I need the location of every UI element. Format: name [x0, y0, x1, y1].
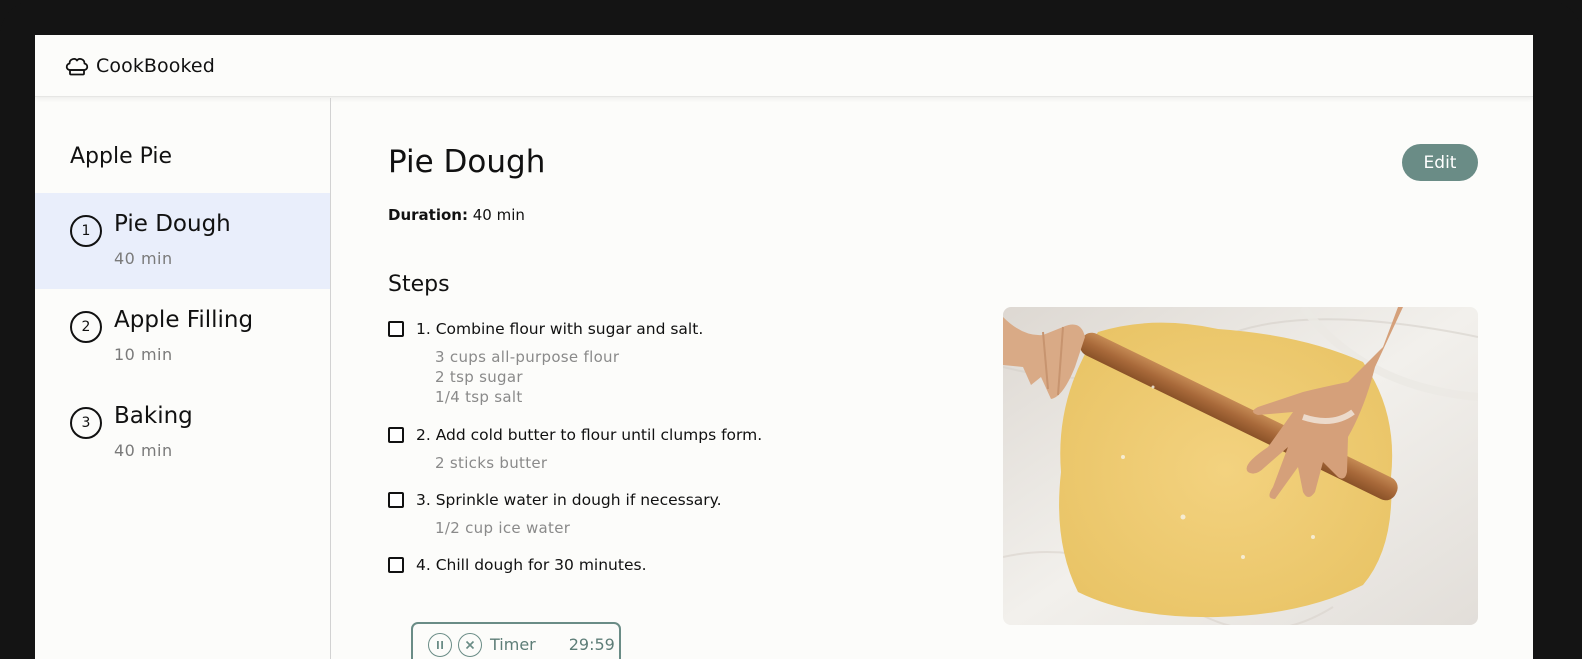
step-item: 2. Add cold butter to flour until clumps… — [388, 426, 908, 476]
timer-label: Timer — [490, 635, 536, 654]
top-bar: CookBooked — [35, 35, 1533, 97]
step-checkbox[interactable] — [388, 321, 404, 337]
duration-value: 40 min — [472, 206, 525, 224]
stage-name: Apple Filling — [114, 307, 254, 333]
app-screen: CookBooked Apple Pie 1 Pie Dough 40 min … — [35, 35, 1533, 659]
step-ingredients: 3 cups all-purpose flour 2 tsp sugar 1/4… — [435, 347, 619, 407]
ingredient: 2 sticks butter — [435, 454, 548, 472]
duration-info: Duration: 40 min — [388, 206, 525, 224]
ingredient: 1/4 tsp salt — [435, 388, 523, 406]
step-item: 4. Chill dough for 30 minutes. — [388, 556, 908, 578]
step-item: 3. Sprinkle water in dough if necessary.… — [388, 491, 908, 541]
app-logo[interactable]: CookBooked — [65, 55, 215, 77]
sidebar-item-apple-filling[interactable]: 2 Apple Filling 10 min — [35, 289, 330, 385]
stage-number-badge: 3 — [70, 407, 102, 439]
step-ingredients: 2 sticks butter — [435, 453, 547, 473]
step-text: 4. Chill dough for 30 minutes. — [416, 556, 647, 574]
recipe-title: Apple Pie — [70, 144, 173, 169]
step-text: 2. Add cold butter to flour until clumps… — [416, 426, 763, 444]
timer-countdown: 29:59 — [568, 635, 615, 654]
edit-button[interactable]: Edit — [1402, 144, 1478, 181]
step-timer: Timer 29:59 — [411, 622, 621, 659]
step-checkbox[interactable] — [388, 492, 404, 508]
sidebar-item-pie-dough[interactable]: 1 Pie Dough 40 min — [35, 193, 330, 289]
ingredient: 3 cups all-purpose flour — [435, 348, 620, 366]
step-checkbox[interactable] — [388, 557, 404, 573]
recipe-step-photo — [1003, 307, 1478, 625]
main-content: Pie Dough Edit Duration: 40 min Steps 1.… — [331, 98, 1533, 659]
steps-heading: Steps — [388, 272, 450, 297]
step-ingredients: 1/2 cup ice water — [435, 518, 570, 538]
step-text: 1. Combine flour with sugar and salt. — [416, 320, 704, 338]
stage-number-badge: 2 — [70, 311, 102, 343]
stage-duration: 40 min — [114, 441, 173, 460]
step-text: 3. Sprinkle water in dough if necessary. — [416, 491, 722, 509]
chef-hat-icon — [65, 56, 89, 76]
stage-name: Pie Dough — [114, 211, 231, 237]
duration-label: Duration: — [388, 206, 468, 224]
stage-duration: 40 min — [114, 249, 173, 268]
device-frame: CookBooked Apple Pie 1 Pie Dough 40 min … — [0, 0, 1582, 659]
step-item: 1. Combine flour with sugar and salt. 3 … — [388, 320, 908, 410]
stage-duration: 10 min — [114, 345, 173, 364]
stage-number-badge: 1 — [70, 215, 102, 247]
close-icon[interactable] — [458, 632, 482, 657]
ingredient: 2 tsp sugar — [435, 368, 523, 386]
app-name: CookBooked — [96, 54, 215, 77]
sidebar-item-baking[interactable]: 3 Baking 40 min — [35, 385, 330, 481]
step-checkbox[interactable] — [388, 427, 404, 443]
ingredient: 1/2 cup ice water — [435, 519, 571, 537]
sidebar: Apple Pie 1 Pie Dough 40 min 2 Apple Fil… — [35, 98, 331, 659]
page-title: Pie Dough — [388, 144, 546, 180]
stage-name: Baking — [114, 403, 193, 429]
pause-icon[interactable] — [428, 632, 452, 657]
